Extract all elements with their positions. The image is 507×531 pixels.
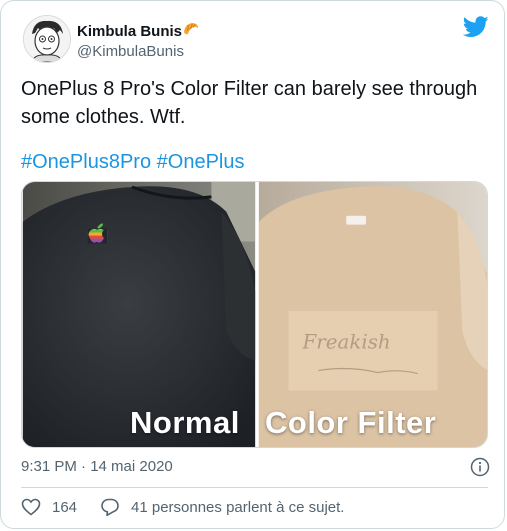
heart-icon[interactable] (21, 498, 41, 516)
croissant-icon (182, 20, 200, 38)
twitter-bird-icon[interactable] (462, 16, 489, 38)
avatar[interactable] (23, 15, 71, 63)
info-icon[interactable] (470, 457, 490, 477)
hashtag-link[interactable]: #OnePlus (157, 151, 245, 173)
handwriting-text: Freakish (302, 331, 391, 354)
author-handle[interactable]: @KimbulaBunis (77, 43, 184, 60)
reply-bubble-icon[interactable] (100, 497, 120, 517)
tweet-card[interactable]: Kimbula Bunis @KimbulaBunis OnePlus 8 Pr… (0, 0, 505, 529)
media-divider (256, 182, 258, 447)
like-count[interactable]: 164 (52, 499, 77, 516)
tweet-media[interactable]: Freakish Normal Color Filter (21, 181, 488, 448)
timestamp[interactable]: 9:31 PM · 14 mai 2020 (21, 458, 173, 475)
hashtag-link[interactable]: #OnePlus8Pro (21, 151, 151, 173)
conversation-link[interactable]: 41 personnes parlent à ce sujet. (131, 499, 344, 516)
label-normal: Normal (130, 405, 240, 440)
hashtags: #OnePlus8Pro #OnePlus (21, 148, 244, 176)
divider (21, 487, 488, 488)
label-color-filter: Color Filter (265, 405, 437, 440)
author-name[interactable]: Kimbula Bunis (77, 23, 182, 40)
tweet-text: OnePlus 8 Pro's Color Filter can barely … (21, 78, 478, 128)
